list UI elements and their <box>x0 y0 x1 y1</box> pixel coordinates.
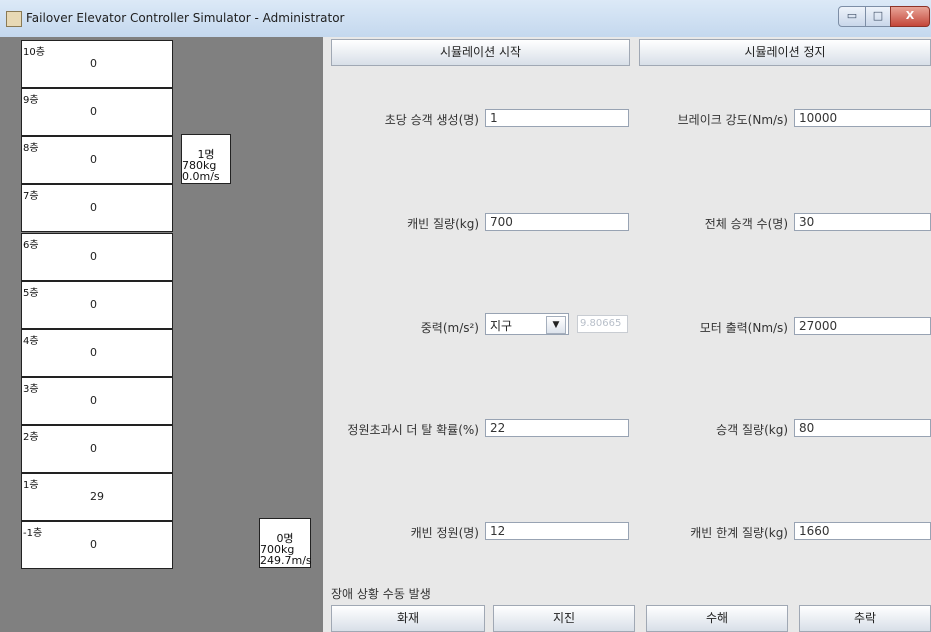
floor-3: 3층 0 <box>21 377 173 425</box>
minimize-button[interactable]: ▭ <box>838 6 866 27</box>
overload-ride-probability-label: 정원초과시 더 탈 확률(%) <box>347 423 479 437</box>
close-button[interactable]: X <box>890 6 930 27</box>
earthquake-button[interactable]: 지진 <box>493 605 635 632</box>
motor-output-label: 모터 출력(Nm/s) <box>699 321 788 335</box>
floor-7: 7층 0 <box>21 184 173 232</box>
fall-button[interactable]: 추락 <box>799 605 931 632</box>
floor-label: -1층 <box>23 528 43 539</box>
floor-waiting-count: 0 <box>90 298 97 311</box>
passenger-rate-input[interactable]: 1 <box>485 109 629 127</box>
floor-label: 6층 <box>23 240 39 251</box>
cabin-capacity-input[interactable]: 12 <box>485 522 629 540</box>
start-simulation-button[interactable]: 시뮬레이션 시작 <box>331 39 630 66</box>
floor-label: 2층 <box>23 432 39 443</box>
java-app-icon <box>6 11 22 27</box>
floor-label: 3층 <box>23 384 39 395</box>
floor-waiting-count: 0 <box>90 153 97 166</box>
passenger-rate-label: 초당 승객 생성(명) <box>384 113 479 127</box>
floor-2: 2층 0 <box>21 425 173 473</box>
cabin-capacity-label: 캐빈 정원(명) <box>410 526 479 540</box>
cabin-mass-input[interactable]: 700 <box>485 213 629 231</box>
cabin-mass-label: 캐빈 질량(kg) <box>407 217 479 231</box>
stop-simulation-button[interactable]: 시뮬레이션 정지 <box>639 39 931 66</box>
floor-4: 4층 0 <box>21 329 173 377</box>
gravity-selected-value: 지구 <box>490 319 513 333</box>
floor-waiting-count: 0 <box>90 538 97 551</box>
floor-waiting-count: 0 <box>90 250 97 263</box>
passenger-mass-input[interactable]: 80 <box>794 419 931 437</box>
flood-button[interactable]: 수해 <box>646 605 788 632</box>
floor-label: 1층 <box>23 480 39 491</box>
motor-output-input[interactable]: 27000 <box>794 317 931 335</box>
gravity-label: 중력(m/s²) <box>420 321 479 335</box>
floor-9: 9층 0 <box>21 88 173 136</box>
gravity-value-field: 9.80665 <box>577 315 628 333</box>
car-speed: 0.0m/s <box>182 170 220 183</box>
floor-waiting-count: 0 <box>90 201 97 214</box>
floor-5: 5층 0 <box>21 281 173 329</box>
cabin-max-mass-input[interactable]: 1660 <box>794 522 931 540</box>
floor-8: 8층 0 <box>21 136 173 184</box>
floor-waiting-count: 0 <box>90 346 97 359</box>
window-title: Failover Elevator Controller Simulator -… <box>26 11 345 25</box>
floor-label: 4층 <box>23 336 39 347</box>
floor-10: 10층 0 <box>21 40 173 88</box>
chevron-down-icon[interactable]: ▼ <box>546 316 566 334</box>
car-speed: 249.7m/s <box>260 554 312 567</box>
total-passengers-label: 전체 승객 수(명) <box>704 217 788 231</box>
fault-section-heading: 장애 상황 수동 발생 <box>331 587 431 601</box>
floor-waiting-count: 0 <box>90 57 97 70</box>
floor-label: 7층 <box>23 191 39 202</box>
floor-label: 10층 <box>23 47 45 58</box>
floor-waiting-count: 29 <box>90 490 104 503</box>
fire-button[interactable]: 화재 <box>331 605 485 632</box>
floor-6: 6층 0 <box>21 233 173 281</box>
floor-waiting-count: 0 <box>90 394 97 407</box>
floor-label: 9층 <box>23 95 39 106</box>
brake-strength-input[interactable]: 10000 <box>794 109 931 127</box>
cabin-max-mass-label: 캐빈 한계 질량(kg) <box>690 526 788 540</box>
maximize-button[interactable]: □ <box>865 6 891 27</box>
elevator-car-2: 0명 700kg 249.7m/s <box>259 518 312 568</box>
brake-strength-label: 브레이크 강도(Nm/s) <box>677 113 788 127</box>
floor-waiting-count: 0 <box>90 105 97 118</box>
floor-label: 5층 <box>23 288 39 299</box>
floor-label: 8층 <box>23 143 39 154</box>
building-shaft: 10층 0 9층 0 8층 0 7층 0 6층 0 5층 0 4층 0 3층 0… <box>0 37 323 632</box>
elevator-car-1: 1명 780kg 0.0m/s <box>181 134 231 184</box>
passenger-mass-label: 승객 질량(kg) <box>716 423 788 437</box>
floor-b1: -1층 0 <box>21 521 173 569</box>
total-passengers-input[interactable]: 30 <box>794 213 931 231</box>
title-bar: Failover Elevator Controller Simulator -… <box>0 0 931 38</box>
floor-waiting-count: 0 <box>90 442 97 455</box>
gravity-select[interactable]: 지구 ▼ <box>485 313 569 335</box>
floor-1: 1층 29 <box>21 473 173 521</box>
overload-ride-probability-input[interactable]: 22 <box>485 419 629 437</box>
